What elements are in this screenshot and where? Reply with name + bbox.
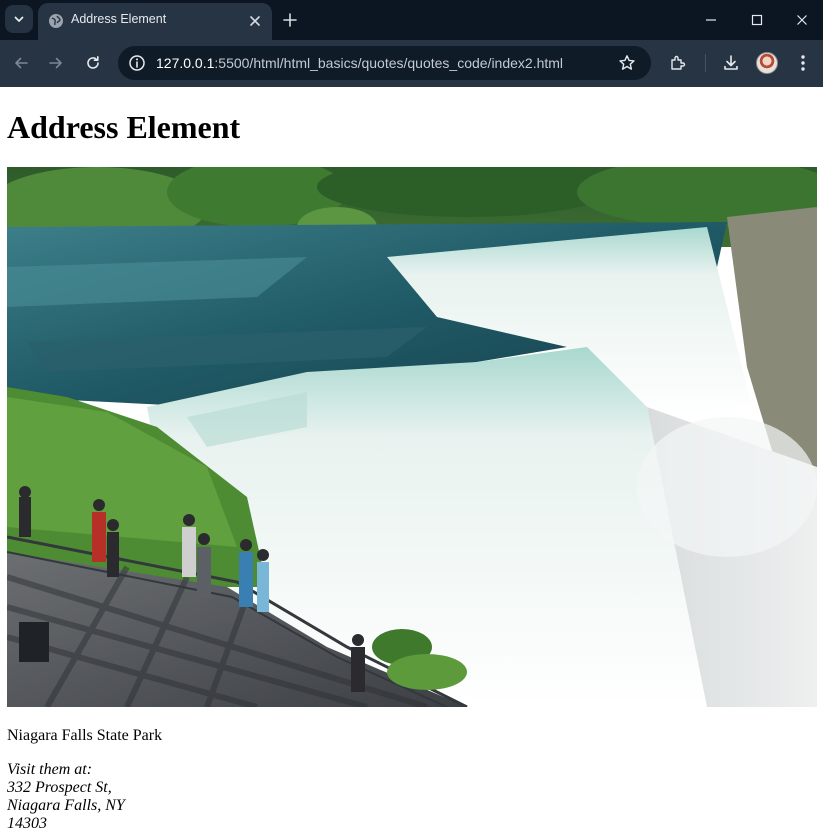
reload-icon xyxy=(87,56,99,69)
url-text: 127.0.0.1:5500/html/html_basics/quotes/q… xyxy=(156,55,563,71)
address-street: 332 Prospect St, xyxy=(7,779,112,796)
star-icon[interactable] xyxy=(618,54,636,72)
address-bar[interactable]: 127.0.0.1:5500/html/html_basics/quotes/q… xyxy=(118,46,651,80)
download-button[interactable] xyxy=(720,52,742,74)
tab-title: Address Element xyxy=(71,12,167,26)
more-vert-icon xyxy=(801,55,805,71)
window-close-icon xyxy=(797,15,807,25)
back-button[interactable] xyxy=(10,52,32,74)
close-icon[interactable] xyxy=(248,14,262,28)
address-zip: 14303 xyxy=(7,815,47,832)
tab-search-button[interactable] xyxy=(5,5,33,33)
toolbar-divider xyxy=(705,54,706,72)
download-icon xyxy=(724,55,738,70)
plus-icon[interactable] xyxy=(282,12,298,28)
page-heading: Address Element xyxy=(7,109,241,145)
url-path: :5500/html/html_basics/quotes/quotes_cod… xyxy=(214,55,564,71)
back-arrow-icon xyxy=(15,57,28,69)
address-intro: Visit them at: xyxy=(7,761,93,778)
address-city: Niagara Falls, NY xyxy=(7,797,125,814)
chevron-down-icon xyxy=(14,16,24,22)
browser-toolbar: 127.0.0.1:5500/html/html_basics/quotes/q… xyxy=(0,40,823,87)
info-icon[interactable] xyxy=(128,54,146,72)
forward-button[interactable] xyxy=(45,52,67,74)
url-host: 127.0.0.1 xyxy=(156,55,215,71)
reload-button[interactable] xyxy=(82,52,104,74)
menu-button[interactable] xyxy=(792,52,814,74)
minimize-button[interactable] xyxy=(688,0,734,40)
forward-arrow-icon xyxy=(49,57,62,69)
extensions-icon xyxy=(671,55,686,70)
page-viewport: Address Element Niagara Falls State Park… xyxy=(0,87,823,836)
extensions-button[interactable] xyxy=(667,52,689,74)
niagara-falls-image xyxy=(7,167,817,707)
globe-icon xyxy=(49,14,63,28)
active-tab[interactable]: Address Element xyxy=(38,3,272,40)
profile-avatar[interactable] xyxy=(756,52,778,74)
park-name: Niagara Falls State Park xyxy=(7,727,163,744)
window-close-button[interactable] xyxy=(779,0,823,40)
maximize-button[interactable] xyxy=(734,0,780,40)
minimize-icon xyxy=(706,19,716,21)
park-address: Visit them at: 332 Prospect St, Niagara … xyxy=(7,761,125,833)
tab-strip: Address Element xyxy=(0,0,823,40)
maximize-icon xyxy=(751,14,763,26)
